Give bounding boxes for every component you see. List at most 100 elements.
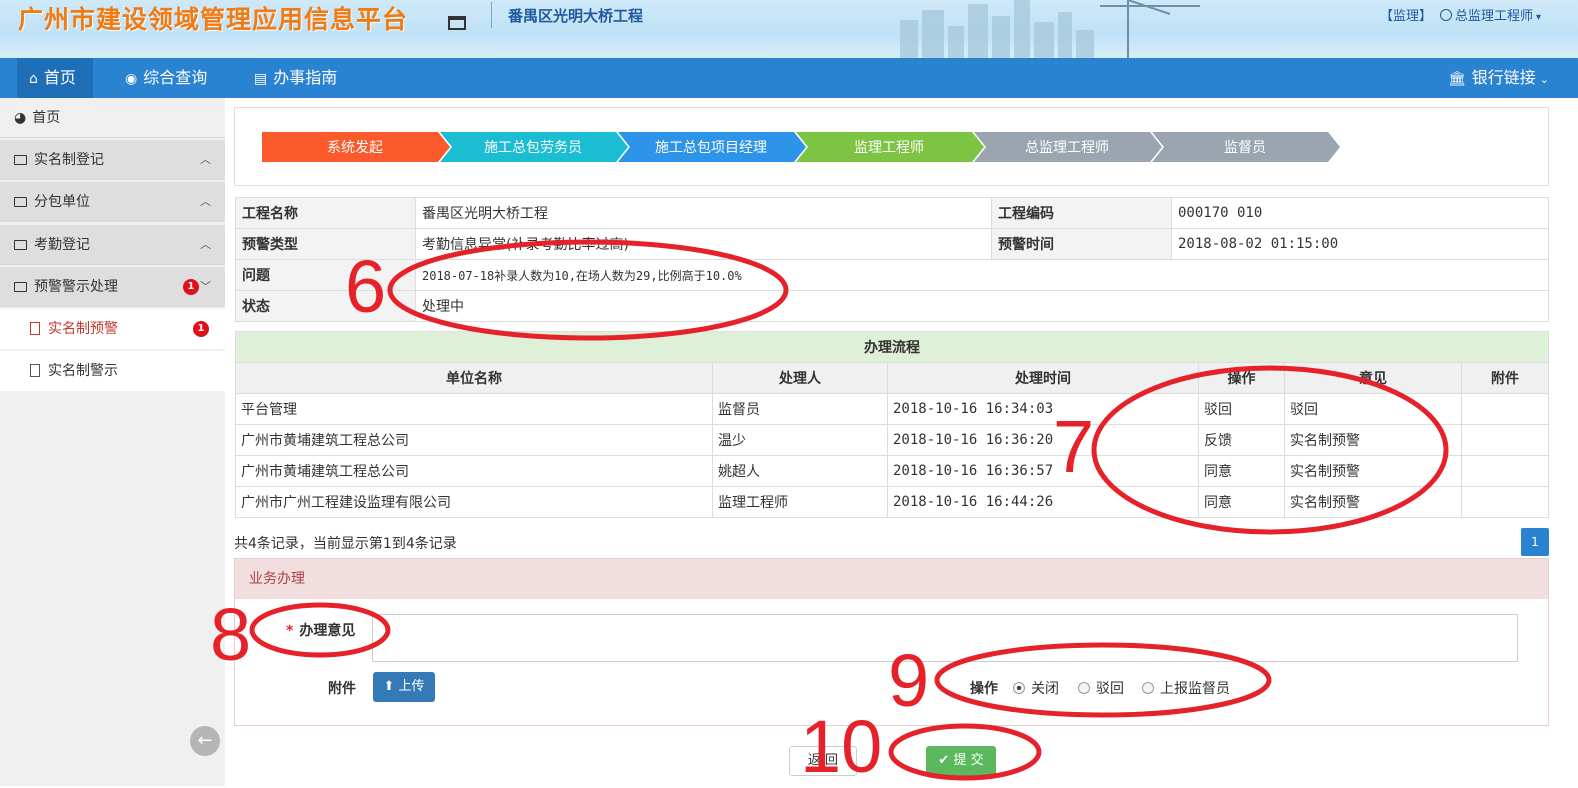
table-cell: 反馈: [1198, 424, 1285, 456]
sidebar-group-attendance[interactable]: 考勤登记 ︿: [0, 225, 225, 265]
workflow-steps-panel: 系统发起 施工总包劳务员 施工总包项目经理 监理工程师 总监理工程师 监督员: [234, 107, 1549, 186]
radio-report-label: 上报监督员: [1160, 681, 1230, 697]
sidebar-item-realname-alert[interactable]: 实名制警示: [0, 351, 225, 391]
annotation-number-10: 10: [800, 705, 883, 788]
nav-guide[interactable]: ▤ 办事指南: [242, 58, 349, 98]
nav-home[interactable]: ⌂ 首页: [17, 58, 93, 98]
radio-close[interactable]: 关闭: [1013, 678, 1059, 698]
table-cell: [1461, 393, 1549, 425]
opinion-label-text: 办理意见: [299, 623, 356, 639]
user-circle-icon: [1440, 9, 1452, 21]
submit-button-label: 提 交: [953, 753, 984, 768]
nav-home-label: 首页: [43, 68, 76, 87]
annotation-number-8: 8: [210, 593, 252, 676]
nav-query[interactable]: ◉ 综合查询: [113, 58, 219, 98]
project-code-label: 工程编码: [991, 197, 1172, 229]
annotation-number-6: 6: [345, 245, 387, 328]
file-icon: [30, 364, 40, 377]
status-label: 状态: [235, 290, 416, 322]
table-cell: [1461, 455, 1549, 487]
header-divider: [491, 2, 492, 28]
radio-reject-label: 驳回: [1096, 681, 1124, 697]
status-value: 处理中: [415, 290, 1549, 322]
table-cell: 平台管理: [235, 393, 713, 425]
table-cell: 监理工程师: [712, 486, 888, 518]
table-cell: 温少: [712, 424, 888, 456]
table-row: 广州市黄埔建筑工程总公司 温少 2018-10-16 16:36:20 反馈 实名制预警: [235, 424, 1549, 456]
table-cell: 2018-10-16 16:34:03: [887, 393, 1199, 425]
window-icon[interactable]: [448, 16, 466, 30]
sidebar-group-label: 考勤登记: [34, 237, 90, 253]
annotation-number-9: 9: [888, 639, 930, 722]
platform-title: 广州市建设领域管理应用信息平台: [18, 5, 409, 34]
warn-time-label: 预警时间: [991, 228, 1172, 260]
sidebar-subitem-label: 实名制预警: [48, 321, 118, 337]
table-cell: 实名制预警: [1284, 424, 1462, 456]
table-cell: 广州市黄埔建筑工程总公司: [235, 424, 713, 456]
table-cell: [1461, 424, 1549, 456]
sidebar-group-registration[interactable]: 实名制登记 ︿: [0, 140, 225, 180]
opinion-textarea[interactable]: [372, 614, 1518, 662]
sidebar-item-realname-warning[interactable]: 实名制预警 1: [0, 309, 225, 349]
sidebar-item-home[interactable]: ◕ 首页: [0, 98, 225, 138]
radio-dot-selected: [1013, 682, 1025, 694]
operation-label: 操作: [970, 681, 998, 697]
radio-dot: [1142, 682, 1154, 694]
submit-button[interactable]: ✔ 提 交: [926, 746, 996, 776]
upload-button[interactable]: ⬆ 上传: [373, 672, 435, 702]
table-cell: 实名制预警: [1284, 486, 1462, 518]
warning-count-badge: 1: [193, 321, 209, 337]
nav-bank-links[interactable]: 🏛 银行链接 ⌄: [1436, 58, 1561, 98]
globe-icon: ◉: [125, 71, 138, 87]
upload-button-label: 上传: [398, 679, 425, 694]
table-cell: 同意: [1198, 455, 1285, 487]
radio-close-label: 关闭: [1031, 681, 1059, 697]
table-cell: 2018-10-16 16:36:57: [887, 455, 1199, 487]
table-cell: 同意: [1198, 486, 1285, 518]
process-table: 办理流程 单位名称 处理人 处理时间 操作 意见 附件 平台管理 监督员 2018-…: [235, 331, 1549, 518]
folder-icon: [14, 155, 27, 165]
project-code-value: 000170 010: [1171, 197, 1549, 229]
col-handler: 处理人: [712, 362, 888, 394]
business-panel-title: 业务办理: [235, 559, 1548, 599]
check-icon: ✔: [938, 753, 954, 768]
radio-reject[interactable]: 驳回: [1078, 678, 1124, 698]
role-label: 【监理】: [1380, 9, 1433, 24]
table-cell: 2018-10-16 16:44:26: [887, 486, 1199, 518]
table-cell: 驳回: [1284, 393, 1462, 425]
issue-label: 问题: [235, 259, 416, 291]
workflow-step-label: 监理工程师: [854, 140, 924, 156]
table-cell: 广州市黄埔建筑工程总公司: [235, 455, 713, 487]
home-icon: ⌂: [29, 71, 38, 87]
warn-type-label: 预警类型: [235, 228, 416, 260]
header-banner: 广州市建设领域管理应用信息平台 番禺区光明大桥工程 【监理】 总监理工程师 ▾: [0, 0, 1578, 58]
chevron-down-icon: ⌄: [1539, 73, 1550, 86]
sidebar-group-subcontractor[interactable]: 分包单位 ︿: [0, 182, 225, 222]
col-attachment: 附件: [1461, 362, 1549, 394]
sidebar-group-warning[interactable]: 预警警示处理 1 ﹀: [0, 267, 225, 307]
required-marker: *: [286, 623, 294, 639]
warn-type-value: 考勤信息异常(补录考勤比率过高): [415, 228, 992, 260]
warning-info-table: 工程名称 番禺区光明大桥工程 工程编码 000170 010 预警类型 考勤信息…: [235, 197, 1549, 322]
user-menu[interactable]: 总监理工程师 ▾: [1440, 5, 1541, 24]
process-caption: 办理流程: [235, 331, 1549, 363]
col-operation: 操作: [1198, 362, 1285, 394]
user-name: 总监理工程师: [1455, 9, 1534, 24]
table-row: 广州市广州工程建设监理有限公司 监理工程师 2018-10-16 16:44:26 同…: [235, 486, 1549, 518]
workflow-step-label: 系统发起: [327, 140, 383, 156]
page-button-1[interactable]: 1: [1521, 528, 1549, 556]
sidebar: ◕ 首页 实名制登记 ︿ 分包单位 ︿ 考勤登记 ︿ 预警警示处理 1 ﹀ 实名制预警 1 实…: [0, 98, 225, 786]
collapse-arrow-icon[interactable]: ←: [190, 726, 220, 756]
file-icon: [30, 322, 40, 335]
table-cell: 实名制预警: [1284, 455, 1462, 487]
table-cell: 2018-10-16 16:36:20: [887, 424, 1199, 456]
chevron-up-icon: ︿: [200, 195, 211, 208]
col-time: 处理时间: [887, 362, 1199, 394]
table-cell: 广州市广州工程建设监理有限公司: [235, 486, 713, 518]
records-summary: 共4条记录，当前显示第1到4条记录: [234, 536, 457, 552]
table-row: 广州市黄埔建筑工程总公司 姚超人 2018-10-16 16:36:57 同意 实名制预…: [235, 455, 1549, 487]
workflow-step-label: 施工总包劳务员: [484, 140, 582, 156]
issue-value: 2018-07-18补录人数为10,在场人数为29,比例高于10.0%: [415, 259, 1549, 291]
book-icon: ▤: [254, 71, 268, 87]
radio-report-supervisor[interactable]: 上报监督员: [1142, 678, 1230, 698]
